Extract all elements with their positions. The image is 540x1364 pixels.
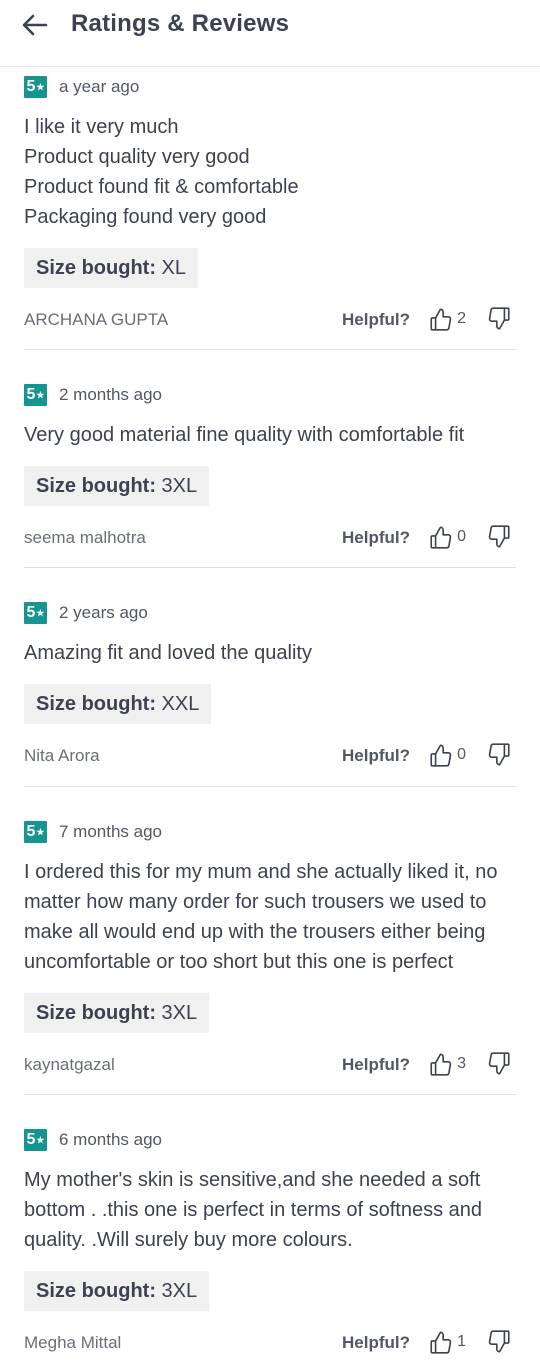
thumbs-up-icon [430, 1331, 452, 1354]
review-age: a year ago [59, 77, 140, 96]
helpful-count: 0 [457, 746, 466, 763]
review-card: 5 ★ 2 years ago Amazing fit and loved the… [24, 601, 516, 772]
review-card: 5 ★ 6 months ago My mother's skin is sens… [24, 1128, 516, 1359]
thumbs-up-icon [430, 308, 452, 331]
rating-badge: 5 ★ [24, 384, 47, 406]
review-card: 5 ★ a year ago I like it very much Produc… [24, 75, 516, 336]
thumbs-down-button[interactable] [486, 522, 512, 552]
back-arrow-icon[interactable] [20, 10, 50, 40]
thumbs-down-icon [488, 743, 510, 766]
page-title: Ratings & Reviews [71, 10, 290, 37]
size-bought-chip: Size bought: 3XL [24, 1271, 210, 1311]
helpful-label: Helpful? [342, 310, 410, 329]
size-bought-chip: Size bought: 3XL [24, 466, 210, 506]
review-text: Amazing fit and loved the quality [24, 642, 312, 664]
thumbs-down-icon [488, 1052, 510, 1075]
thumbs-down-button[interactable] [486, 1049, 512, 1079]
helpful-count: 1 [457, 1333, 466, 1350]
size-bought-chip: Size bought: XXL [24, 684, 212, 724]
thumbs-down-icon [488, 525, 510, 548]
review-text: My mother's skin is sensitive,and she ne… [24, 1169, 482, 1251]
star-icon: ★ [36, 1134, 45, 1145]
rating-badge: 5 ★ [24, 1129, 47, 1151]
helpful-label: Helpful? [342, 1333, 410, 1352]
reviewer-name: kaynatgazal [24, 1055, 115, 1074]
reviewer-name: ARCHANA GUPTA [24, 310, 169, 329]
review-text: I ordered this for my mum and she actual… [24, 861, 498, 973]
thumbs-down-icon [488, 1330, 510, 1353]
review-text: Very good material fine quality with com… [24, 424, 465, 446]
rating-badge: 5 ★ [24, 602, 47, 624]
thumbs-up-button[interactable]: 2 [428, 304, 466, 334]
divider [24, 786, 516, 787]
thumbs-down-button[interactable] [486, 304, 512, 334]
thumbs-up-button[interactable]: 0 [428, 522, 466, 552]
star-icon: ★ [36, 389, 45, 400]
thumbs-down-button[interactable] [486, 740, 512, 770]
thumbs-down-icon [488, 307, 510, 330]
thumbs-up-button[interactable]: 0 [428, 740, 466, 770]
star-icon: ★ [36, 826, 45, 837]
thumbs-up-icon [430, 744, 452, 767]
reviewer-name: seema malhotra [24, 528, 146, 547]
review-card: 5 ★ 7 months ago I ordered this for my mu… [24, 820, 516, 1081]
thumbs-up-icon [430, 1053, 452, 1076]
divider [24, 567, 516, 568]
size-bought-chip: Size bought: XL [24, 248, 199, 288]
size-bought-chip: Size bought: 3XL [24, 993, 210, 1033]
thumbs-up-button[interactable]: 1 [428, 1327, 466, 1357]
helpful-count: 3 [457, 1055, 466, 1072]
rating-badge: 5 ★ [24, 821, 47, 843]
reviewer-name: Megha Mittal [24, 1333, 122, 1352]
divider [24, 1094, 516, 1095]
thumbs-up-button[interactable]: 3 [428, 1049, 466, 1079]
helpful-label: Helpful? [342, 528, 410, 547]
helpful-count: 2 [457, 310, 466, 327]
helpful-count: 0 [457, 528, 466, 545]
star-icon: ★ [36, 607, 45, 618]
review-age: 2 years ago [59, 603, 148, 622]
thumbs-down-button[interactable] [486, 1327, 512, 1357]
review-text: I like it very much Product quality very… [24, 116, 299, 228]
helpful-label: Helpful? [342, 1055, 410, 1074]
star-icon: ★ [36, 81, 45, 92]
helpful-label: Helpful? [342, 746, 410, 765]
review-age: 6 months ago [59, 1130, 163, 1149]
review-age: 2 months ago [59, 385, 163, 404]
rating-badge: 5 ★ [24, 76, 47, 98]
review-age: 7 months ago [59, 822, 163, 841]
app-header: Ratings & Reviews [0, 0, 540, 67]
review-card: 5 ★ 2 months ago Very good material fine … [24, 383, 516, 554]
thumbs-up-icon [430, 526, 452, 549]
reviewer-name: Nita Arora [24, 746, 100, 765]
divider [24, 349, 516, 350]
